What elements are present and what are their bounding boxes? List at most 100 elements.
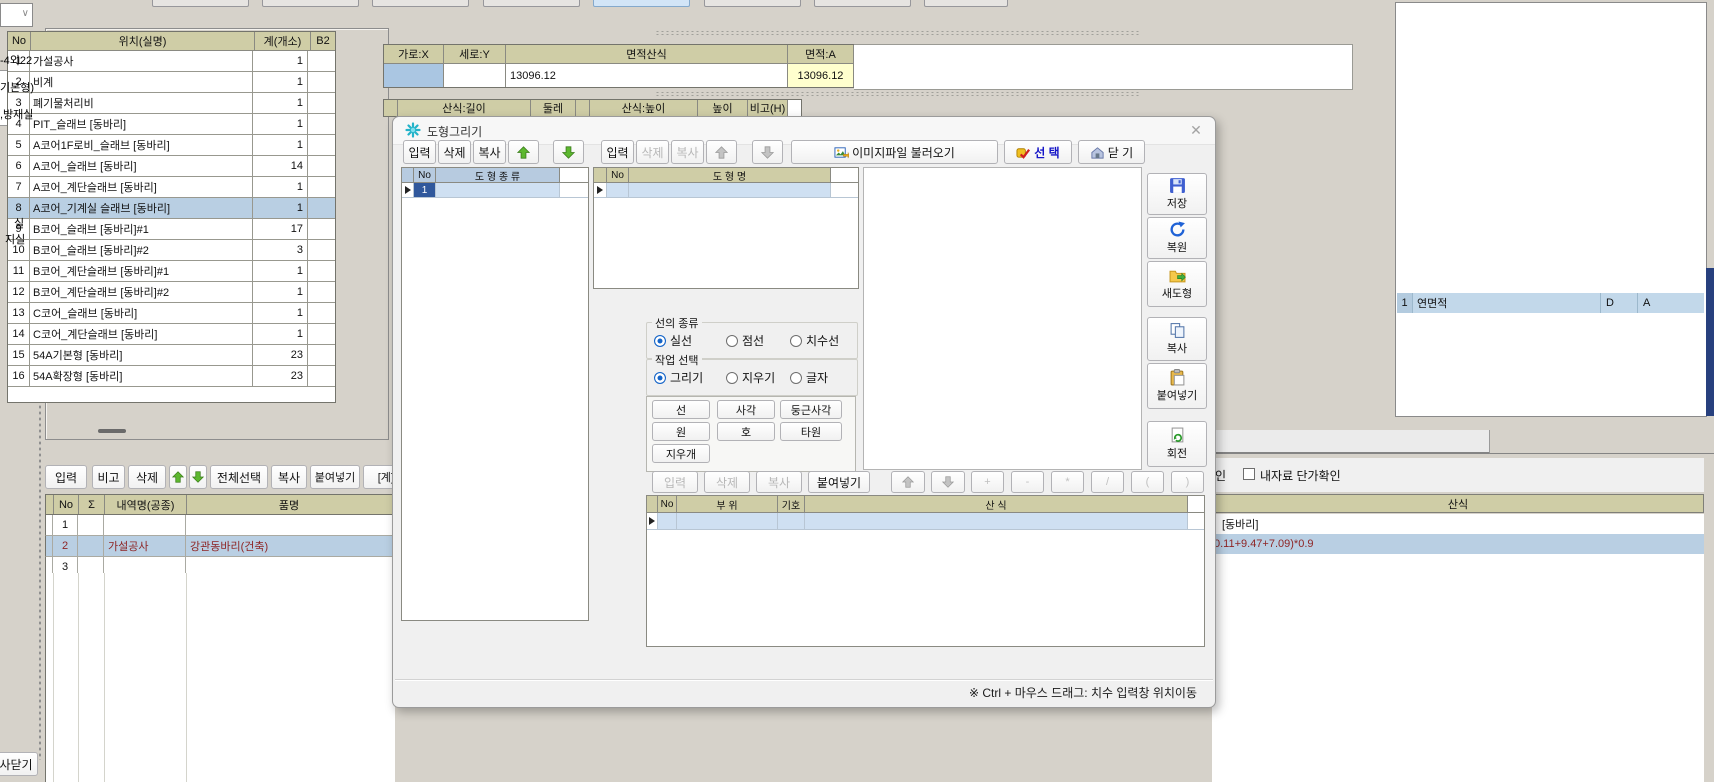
operator-plus-button[interactable]: + — [971, 471, 1004, 493]
boq-select-all-button[interactable]: 전체선택 — [210, 465, 268, 489]
radio-dimension-line[interactable]: 치수선 — [790, 332, 839, 349]
type-input-button[interactable]: 입력 — [403, 140, 436, 164]
rect-shape-button[interactable]: 사각 — [717, 400, 775, 419]
radio-draw[interactable]: 그리기 — [654, 369, 703, 386]
operator-open-paren-button[interactable]: ( — [1131, 471, 1164, 493]
dialog-formula-table[interactable]: No 부 위 기호 산 식 — [646, 495, 1205, 647]
type-move-down-button[interactable] — [553, 140, 584, 164]
shape-type-table[interactable]: No 도 형 종 류 1 — [401, 167, 589, 621]
top-tab-fragment[interactable] — [814, 0, 911, 7]
radio-erase[interactable]: 지우기 — [726, 369, 775, 386]
new-shape-button[interactable]: 새도형 — [1147, 261, 1207, 307]
location-row[interactable]: 4PIT_슬래브 [동바리]1 — [8, 114, 335, 135]
cell-x[interactable] — [384, 64, 444, 87]
location-row[interactable]: 10B코어_슬래브 [동바리]#23 — [8, 240, 335, 261]
top-tab-fragment[interactable] — [483, 0, 580, 7]
type-delete-button[interactable]: 삭제 — [438, 140, 471, 164]
rounded-rect-shape-button[interactable]: 둥근사각 — [780, 400, 842, 419]
arc-shape-button[interactable]: 호 — [717, 422, 775, 441]
close-icon[interactable]: ✕ — [1185, 120, 1207, 140]
type-copy-button[interactable]: 복사 — [473, 140, 506, 164]
location-row[interactable]: 5A코어1F로비_슬래브 [동바리]1 — [8, 135, 335, 156]
location-row[interactable]: 9B코어_슬래브 [동바리]#117 — [8, 219, 335, 240]
radio-dotted-line[interactable]: 점선 — [726, 332, 764, 349]
shape-name-row[interactable] — [594, 183, 858, 198]
formula-row[interactable]: 0.11+9.47+7.09)*0.9 — [1212, 534, 1704, 555]
operator-minus-button[interactable]: - — [1011, 471, 1044, 493]
dialog-close-button[interactable]: 닫 기 — [1078, 140, 1145, 164]
boq-row[interactable]: 1 — [45, 515, 394, 536]
cell-formula[interactable] — [805, 513, 1188, 529]
formula-delete-button[interactable]: 삭제 — [704, 471, 750, 493]
top-tab-fragment[interactable] — [593, 0, 690, 7]
paste-shape-button[interactable]: 붙여넣기 — [1147, 363, 1207, 409]
name-move-up-button[interactable] — [706, 140, 737, 164]
formula-input-button[interactable]: 입력 — [652, 471, 698, 493]
location-row[interactable]: 13C코어_슬래브 [동바리]1 — [8, 303, 335, 324]
copy-shape-button[interactable]: 복사 — [1147, 317, 1207, 361]
boq-move-up-button[interactable] — [169, 465, 187, 489]
location-row[interactable]: 14C코어_계단슬래브 [동바리]1 — [8, 324, 335, 345]
shape-type-row[interactable]: 1 — [402, 183, 588, 198]
ellipse-shape-button[interactable]: 타원 — [780, 422, 842, 441]
name-input-button[interactable]: 입력 — [601, 140, 634, 164]
area-table-row[interactable]: 13096.12 13096.12 — [384, 64, 854, 87]
shape-name-table[interactable]: No 도 형 명 — [593, 167, 859, 289]
boq-input-button[interactable]: 입력 — [45, 465, 87, 489]
formula-row[interactable] — [1212, 554, 1704, 575]
line-shape-button[interactable]: 선 — [652, 400, 710, 419]
location-row[interactable]: 3폐기물처리비1 — [8, 93, 335, 114]
name-delete-button[interactable]: 삭제 — [636, 140, 669, 164]
top-tab-fragment[interactable] — [152, 0, 249, 7]
name-move-down-button[interactable] — [752, 140, 783, 164]
eraser-button[interactable]: 지우개 — [652, 444, 710, 463]
operator-close-paren-button[interactable]: ) — [1171, 471, 1204, 493]
boq-paste-button[interactable]: 붙여넣기 — [310, 465, 360, 489]
location-row[interactable]: 2비계1 — [8, 72, 335, 93]
name-copy-button[interactable]: 복사 — [671, 140, 704, 164]
cell-part[interactable] — [677, 513, 778, 529]
rotate-button[interactable]: 회전 — [1147, 421, 1207, 467]
boq-move-down-button[interactable] — [189, 465, 207, 489]
location-row[interactable]: 1가설공사1 — [8, 51, 335, 72]
clipped-dropdown[interactable]: ∨ — [0, 3, 33, 27]
gfa-row[interactable]: 1 연면적 D A — [1397, 293, 1704, 313]
location-row[interactable]: 11B코어_계단슬래브 [동바리]#11 — [8, 261, 335, 282]
own-data-checkbox[interactable] — [1243, 468, 1255, 480]
formula-table-row[interactable] — [647, 513, 1204, 530]
formula-move-up-button[interactable] — [891, 471, 925, 493]
cell-shape-type[interactable] — [436, 183, 560, 197]
top-tab-fragment[interactable] — [262, 0, 359, 7]
formula-move-down-button[interactable] — [931, 471, 965, 493]
formula-copy-button[interactable]: 복사 — [756, 471, 802, 493]
location-row[interactable]: 1554A기본형 [동바리]23 — [8, 345, 335, 366]
select-button[interactable]: 선 택 — [1004, 140, 1072, 164]
formula-paste-button[interactable]: 붙여넣기 — [808, 471, 870, 493]
formula-row[interactable]: [동바리] — [1212, 514, 1704, 535]
location-row[interactable]: 12B코어_계단슬래브 [동바리]#21 — [8, 282, 335, 303]
location-row[interactable]: 7A코어_계단슬래브 [동바리]1 — [8, 177, 335, 198]
top-tab-fragment[interactable] — [372, 0, 469, 7]
clipped-close-button[interactable]: 사닫기 — [0, 752, 38, 776]
location-row[interactable]: 8A코어_기계실 슬래브 [동바리]1 — [8, 198, 335, 219]
cell-y[interactable] — [444, 64, 506, 87]
operator-multiply-button[interactable]: * — [1051, 471, 1084, 493]
radio-text[interactable]: 글자 — [790, 369, 828, 386]
top-tab-fragment[interactable] — [924, 0, 1008, 7]
drawing-canvas[interactable] — [863, 167, 1142, 470]
boq-delete-button[interactable]: 삭제 — [128, 465, 166, 489]
location-row[interactable]: 6A코어_슬래브 [동바리]14 — [8, 156, 335, 177]
scrollbar-strip[interactable] — [1706, 268, 1714, 416]
location-row[interactable]: 1654A확장형 [동바리]23 — [8, 366, 335, 387]
top-tab-fragment[interactable] — [704, 0, 801, 7]
cell-formula[interactable]: 13096.12 — [506, 64, 788, 87]
boq-row[interactable]: 2가설공사강관동바리(건축) — [45, 536, 394, 557]
cell-symbol[interactable] — [778, 513, 805, 529]
boq-remark-button[interactable]: 비고 — [92, 465, 125, 489]
horizontal-scrollbar-thumb[interactable] — [98, 429, 126, 433]
save-button[interactable]: 저장 — [1147, 173, 1207, 215]
cell-shape-name[interactable] — [629, 183, 831, 197]
operator-divide-button[interactable]: / — [1091, 471, 1124, 493]
type-move-up-button[interactable] — [508, 140, 539, 164]
circle-shape-button[interactable]: 원 — [652, 422, 710, 441]
